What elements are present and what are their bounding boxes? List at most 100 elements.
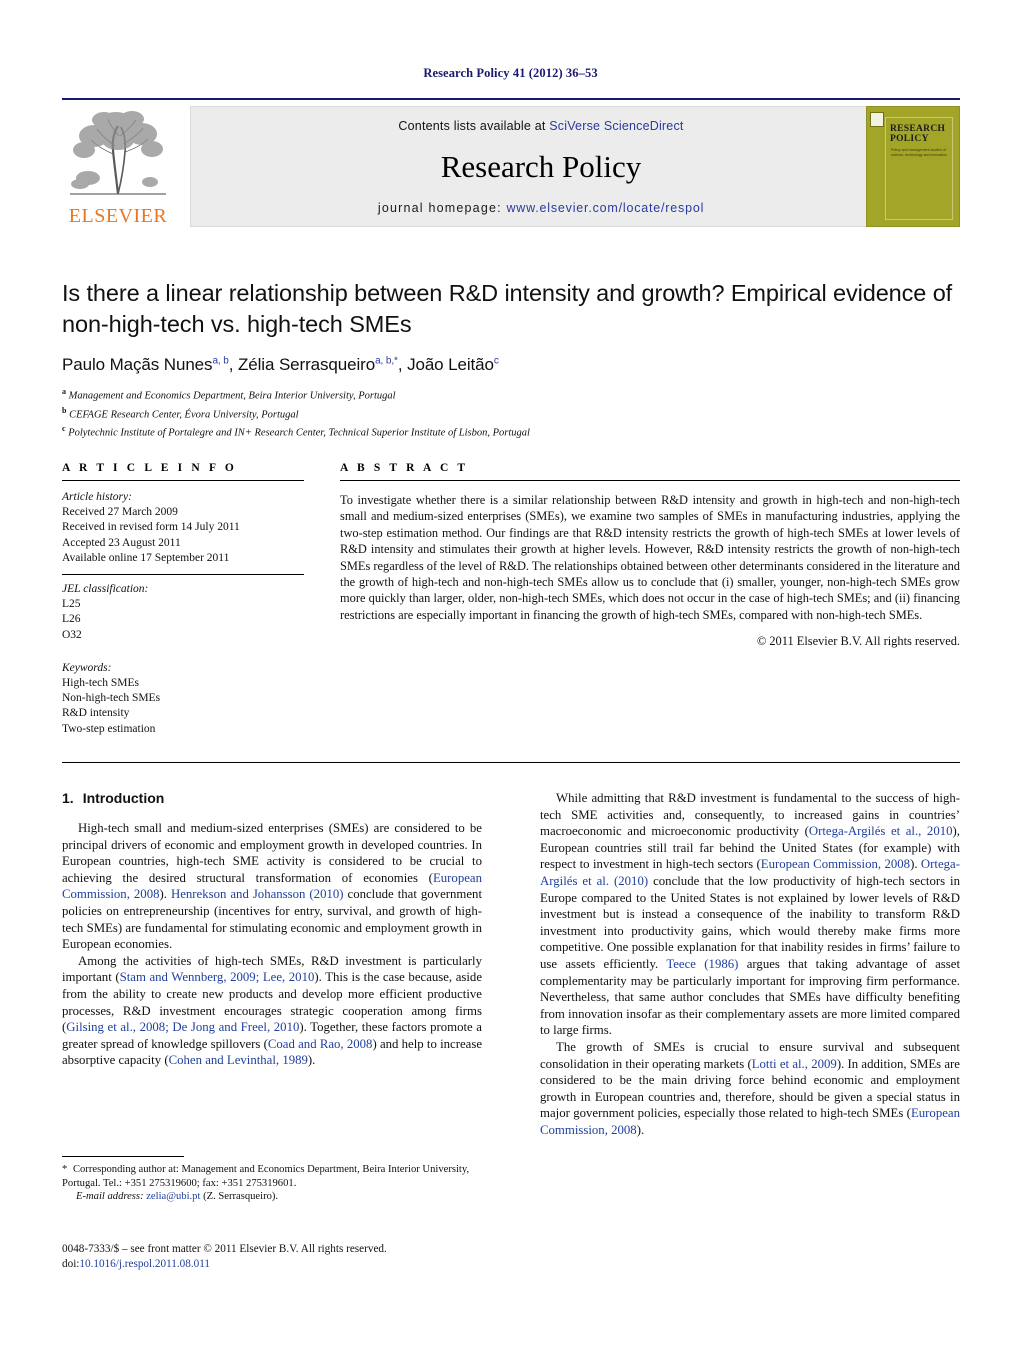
footnote-email-owner: (Z. Serrasqueiro). bbox=[200, 1191, 279, 1203]
jel-code-item: O32 bbox=[62, 628, 82, 641]
contents-available-line: Contents lists available at SciVerse Sci… bbox=[191, 119, 891, 133]
article-history-label: Article history: bbox=[62, 491, 132, 503]
section-number: 1. bbox=[62, 790, 74, 806]
body-paragraph: While admitting that R&D investment is f… bbox=[540, 791, 961, 1038]
article-info-rule bbox=[62, 480, 304, 481]
affiliation-text: Polytechnic Institute of Portalegre and … bbox=[65, 427, 530, 439]
article-history-group: Article history: Received 27 March 2009 R… bbox=[62, 490, 304, 566]
body-paragraph: The growth of SMEs is crucial to ensure … bbox=[540, 1039, 960, 1137]
abstract-column: A B S T R A C T To investigate whether t… bbox=[340, 462, 960, 649]
intro-left-paragraphs: High-tech small and medium-sized enterpr… bbox=[62, 820, 482, 1069]
homepage-label: journal homepage: bbox=[377, 201, 507, 215]
abstract-heading: A B S T R A C T bbox=[340, 462, 469, 474]
elsevier-tree-icon bbox=[70, 111, 166, 195]
footnote-star: * bbox=[62, 1164, 68, 1175]
jel-code-item: L26 bbox=[62, 613, 81, 626]
footnote-rule bbox=[62, 1156, 184, 1157]
author-name: Paulo Maçãs Nunes bbox=[62, 355, 213, 374]
jel-items: L25 L26 O32 bbox=[62, 597, 304, 643]
citation-link[interactable]: Ortega-Argilés et al., 2010 bbox=[809, 824, 953, 838]
article-history-item: Available online 17 September 2011 bbox=[62, 551, 230, 564]
section-heading-introduction: 1. Introduction bbox=[62, 790, 482, 806]
journal-homepage-line: journal homepage: www.elsevier.com/locat… bbox=[191, 201, 891, 215]
footnote-email-line: E-mail address: zelia@ubi.pt (Z. Serrasq… bbox=[62, 1190, 482, 1204]
citation-link[interactable]: Henrekson and Johansson (2010) bbox=[171, 887, 344, 901]
citation-link[interactable]: European Commission, 2008 bbox=[761, 857, 910, 871]
title-block: Is there a linear relationship between R… bbox=[62, 278, 960, 441]
cover-subtitle: Policy and management studies of science… bbox=[891, 148, 947, 157]
keywords-label: Keywords: bbox=[62, 661, 112, 674]
abstract-rule bbox=[340, 480, 960, 481]
affiliation-item: b CEFAGE Research Center, Évora Universi… bbox=[62, 404, 960, 423]
intro-right-paragraphs: While admitting that R&D investment is f… bbox=[540, 790, 960, 1138]
abstract-text: To investigate whether there is a simila… bbox=[340, 493, 960, 622]
footnote-email-label: E-mail address: bbox=[76, 1191, 144, 1203]
cover-mini-logo-icon bbox=[870, 112, 884, 127]
paper-page: Research Policy 41 (2012) 36–53 ELSEVIER… bbox=[0, 0, 1021, 1351]
cover-title-line2: POLICY bbox=[890, 134, 929, 144]
author-affiliation-mark: a, b,* bbox=[375, 355, 398, 367]
elsevier-logo: ELSEVIER bbox=[64, 106, 172, 226]
footnote-email-link[interactable]: zelia@ubi.pt bbox=[146, 1191, 200, 1202]
footnote-corresponding: * Corresponding author at: Management an… bbox=[62, 1163, 482, 1190]
jel-code-item: L25 bbox=[62, 598, 81, 611]
imprint-issn-line: 0048-7333/$ – see front matter © 2011 El… bbox=[62, 1243, 387, 1255]
cover-inner-frame: RESEARCH POLICY Policy and management st… bbox=[885, 117, 953, 220]
affiliation-item: c Polytechnic Institute of Portalegre an… bbox=[62, 422, 960, 441]
journal-masthead: ELSEVIER Contents lists available at Sci… bbox=[62, 98, 960, 230]
author-affiliation-mark: c bbox=[493, 355, 499, 367]
imprint-block: 0048-7333/$ – see front matter © 2011 El… bbox=[62, 1242, 522, 1272]
cover-title-line1: RESEARCH bbox=[890, 124, 946, 134]
cover-title: RESEARCH POLICY bbox=[890, 124, 945, 144]
citation-link[interactable]: Gilsing et al., 2008; De Jong and Freel,… bbox=[66, 1020, 299, 1034]
article-history-items: Received 27 March 2009 Received in revise… bbox=[62, 505, 304, 566]
keywords-group: Keywords: High-tech SMEs Non-high-tech SM… bbox=[62, 661, 304, 737]
citation-link[interactable]: European Commission, 2008 bbox=[540, 1106, 960, 1137]
jel-group: JEL classification: L25 L26 O32 bbox=[62, 582, 304, 643]
author-list: Paulo Maçãs Nunesa, b, Zélia Serrasqueir… bbox=[62, 355, 499, 374]
imprint-doi-line: doi:10.1016/j.respol.2011.08.011 bbox=[62, 1257, 522, 1272]
citation-link[interactable]: Stam and Wennberg, 2009; Lee, 2010 bbox=[120, 970, 315, 984]
citation-link[interactable]: Lotti et al., 2009 bbox=[752, 1057, 837, 1071]
corresponding-author-footnote: * Corresponding author at: Management an… bbox=[62, 1156, 482, 1204]
page-title: Is there a linear relationship between R… bbox=[62, 280, 953, 337]
running-head: Research Policy 41 (2012) 36–53 bbox=[423, 66, 598, 80]
article-info-heading: A R T I C L E I N F O bbox=[62, 462, 237, 474]
citation-link[interactable]: Cohen and Levinthal, 1989 bbox=[169, 1053, 308, 1067]
keyword-item: High-tech SMEs bbox=[62, 677, 139, 690]
affiliation-item: a Management and Economics Department, B… bbox=[62, 385, 960, 404]
keyword-item: Two-step estimation bbox=[62, 722, 156, 735]
author-affiliation-mark: a, b bbox=[212, 355, 229, 367]
citation-link[interactable]: Coad and Rao, 2008 bbox=[268, 1037, 373, 1051]
footnote-corresponding-text: Corresponding author at: Management and … bbox=[62, 1164, 470, 1189]
jel-label: JEL classification: bbox=[62, 583, 149, 596]
doi-link[interactable]: 10.1016/j.respol.2011.08.011 bbox=[79, 1258, 210, 1270]
elsevier-wordmark: ELSEVIER bbox=[68, 205, 168, 227]
section-title: Introduction bbox=[82, 790, 165, 806]
affiliation-text: Management and Economics Department, Bei… bbox=[66, 390, 396, 402]
contents-prefix: Contents lists available at bbox=[398, 119, 550, 133]
masthead-top-rule bbox=[62, 98, 960, 100]
doi-label: doi: bbox=[62, 1258, 80, 1270]
journal-band: Contents lists available at SciVerse Sci… bbox=[190, 106, 890, 227]
article-info-body: Article history: Received 27 March 2009 R… bbox=[62, 490, 304, 737]
article-info-divider bbox=[62, 574, 304, 576]
sciencedirect-link[interactable]: SciVerse ScienceDirect bbox=[549, 119, 683, 133]
body-column-left: 1. Introduction High-tech small and mediu… bbox=[62, 790, 482, 1069]
body-column-right: While admitting that R&D investment is f… bbox=[540, 790, 960, 1138]
keyword-items: High-tech SMEs Non-high-tech SMEs R&D inte… bbox=[62, 676, 304, 737]
author-name: Zélia Serrasqueiro bbox=[237, 355, 376, 374]
body-paragraph: High-tech small and medium-sized enterpr… bbox=[62, 821, 482, 952]
keyword-item: R&D intensity bbox=[62, 707, 130, 720]
author-name: João Leitão bbox=[407, 355, 494, 374]
article-history-item: Accepted 23 August 2011 bbox=[62, 536, 181, 549]
homepage-url-link[interactable]: www.elsevier.com/locate/respol bbox=[506, 201, 704, 215]
article-history-item: Received 27 March 2009 bbox=[62, 506, 178, 519]
citation-link[interactable]: Teece (1986) bbox=[666, 957, 738, 971]
journal-title: Research Policy bbox=[440, 149, 642, 184]
article-history-item: Received in revised form 14 July 2011 bbox=[62, 521, 240, 534]
journal-cover-thumbnail: RESEARCH POLICY Policy and management st… bbox=[866, 106, 960, 227]
abstract-copyright: © 2011 Elsevier B.V. All rights reserved… bbox=[756, 634, 960, 649]
body-paragraph: Among the activities of high-tech SMEs, … bbox=[62, 953, 483, 1068]
